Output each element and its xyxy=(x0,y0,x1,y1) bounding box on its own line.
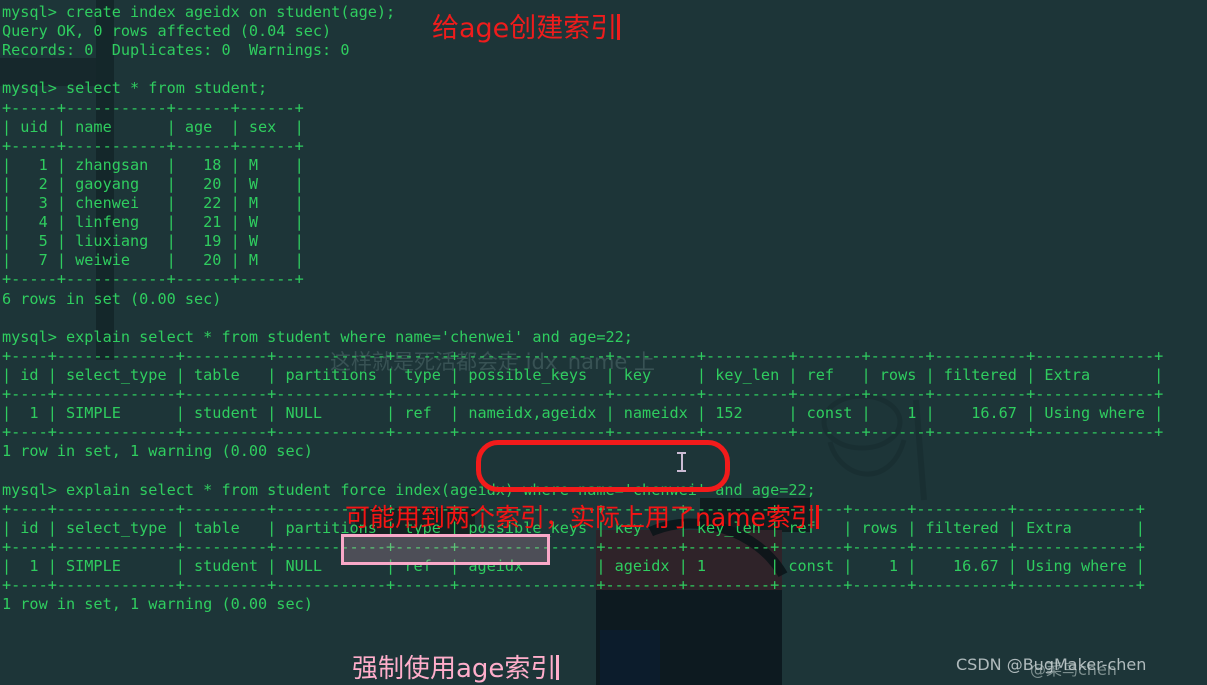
terminal-line: | 5 | liuxiang | 19 | W | xyxy=(2,232,304,251)
terminal-line: +-----+-----------+------+------+ xyxy=(2,270,304,289)
annotation-two-indexes-text: 可能用到两个索引，实际上用了name索引 xyxy=(345,503,816,532)
terminal-line: | uid | name | age | sex | xyxy=(2,117,304,136)
text-cursor-icon xyxy=(677,452,686,472)
terminal-line: +-----+-----------+------+------+ xyxy=(2,98,304,117)
terminal-line: | 1 | SIMPLE | student | NULL | ref | ag… xyxy=(2,556,1145,575)
terminal-line: +----+-------------+---------+----------… xyxy=(2,576,1145,594)
possible-keys-highlight-ellipse xyxy=(476,440,730,492)
terminal-line: +----+-------------+---------+----------… xyxy=(2,537,1145,556)
terminal-line: mysql> select * from student; xyxy=(2,79,268,98)
terminal-line: | 3 | chenwei | 22 | M | xyxy=(2,194,304,212)
terminal-line: | 4 | linfeng | 21 | W | xyxy=(2,213,304,232)
terminal-line: | 1 | zhangsan | 18 | M | xyxy=(2,155,304,174)
terminal-line: +----+-------------+---------+----------… xyxy=(2,385,1164,403)
terminal-line: 6 rows in set (0.00 sec) xyxy=(2,289,222,308)
annotation-caret xyxy=(617,14,621,40)
annotation-force-age-index-text: 强制使用age索引 xyxy=(352,654,557,684)
annotation-caret xyxy=(556,654,560,680)
terminal-line: mysql> create index ageidx on student(ag… xyxy=(2,3,396,21)
annotation-create-index-text: 给age创建索引 xyxy=(432,13,618,44)
terminal-line: +-----+-----------+------+------+ xyxy=(2,136,304,155)
terminal-output[interactable]: mysql> create index ageidx on student(ag… xyxy=(0,0,1207,685)
terminal-line: 1 row in set, 1 warning (0.00 sec) xyxy=(2,442,313,461)
terminal-line: mysql> explain select * from student whe… xyxy=(2,327,633,346)
terminal-line: +----+-------------+---------+----------… xyxy=(2,346,1164,365)
force-index-highlight-box xyxy=(341,534,550,565)
annotation-caret xyxy=(815,504,819,529)
watermark-secondary: @菜鸟chen xyxy=(1030,660,1117,679)
terminal-line: | id | select_type | table | partitions … xyxy=(2,365,1164,384)
terminal-line: Query OK, 0 rows affected (0.04 sec) xyxy=(2,22,332,41)
annotation-two-indexes: 可能用到两个索引，实际上用了name索引 xyxy=(345,498,819,534)
terminal-line: | 2 | gaoyang | 20 | W | xyxy=(2,174,304,193)
terminal-line: Records: 0 Duplicates: 0 Warnings: 0 xyxy=(2,41,350,60)
terminal-line: | 1 | SIMPLE | student | NULL | ref | na… xyxy=(2,404,1164,423)
terminal-line: 1 row in set, 1 warning (0.00 sec) xyxy=(2,595,313,614)
annotation-force-age-index: 强制使用age索引 xyxy=(352,648,560,685)
terminal-screenshot: 这样就是死活都会走 idx_name 上 mysql> create index… xyxy=(0,0,1207,685)
terminal-line: | 7 | weiwie | 20 | M | xyxy=(2,251,304,270)
annotation-create-index: 给age创建索引 xyxy=(432,6,621,45)
